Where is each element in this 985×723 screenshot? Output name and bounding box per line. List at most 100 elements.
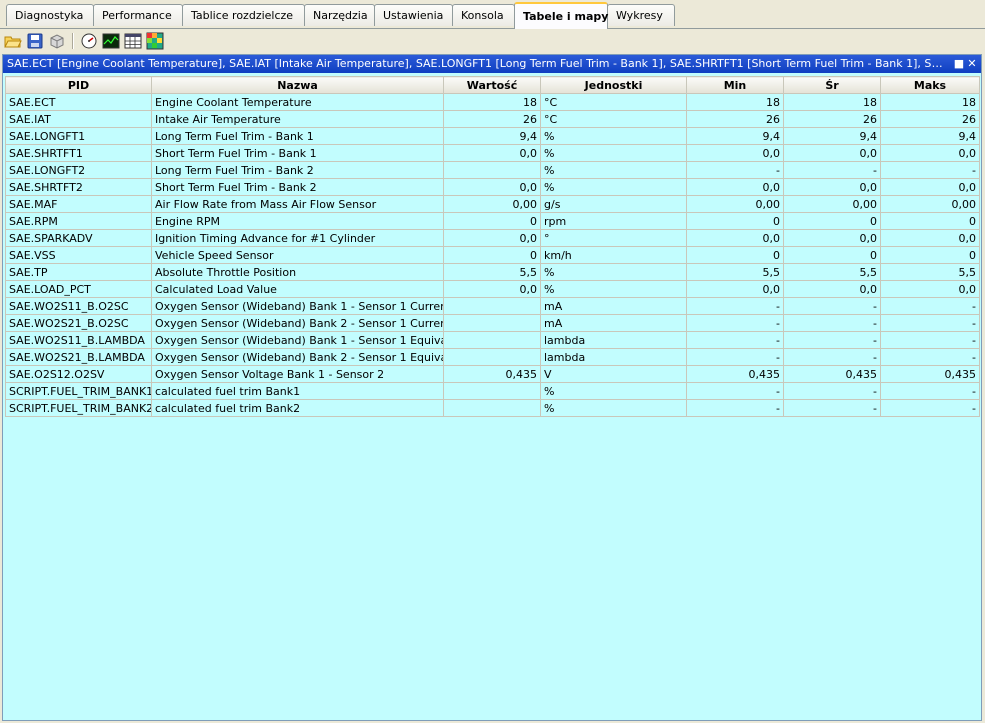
cell-maks: 0,435	[880, 365, 980, 383]
cell-sr: 26	[783, 110, 881, 128]
open-folder-icon[interactable]	[4, 32, 22, 50]
cell-sr: 0,0	[783, 280, 881, 298]
cell-maks: -	[880, 348, 980, 366]
cell-pid: SAE.SHRTFT2	[5, 178, 152, 196]
tab-tabele-i-mapy[interactable]: Tabele i mapy	[514, 2, 608, 29]
table-row[interactable]: SAE.SHRTFT2 Short Term Fuel Trim - Bank 2…	[5, 178, 980, 196]
cell-wartosc: 0,0	[443, 178, 541, 196]
cell-nazwa: Engine Coolant Temperature	[151, 93, 444, 111]
cell-sr: -	[783, 331, 881, 349]
tab-diagnostyka[interactable]: Diagnostyka	[6, 4, 94, 26]
table-row[interactable]: SAE.O2S12.O2SV Oxygen Sensor Voltage Bank…	[5, 365, 980, 383]
table-row[interactable]: SAE.LOAD_PCT Calculated Load Value 0,0% 0,0…	[5, 280, 980, 298]
cell-sr: 9,4	[783, 127, 881, 145]
cell-pid: SCRIPT.FUEL_TRIM_BANK2	[5, 399, 152, 417]
cell-sr: 5,5	[783, 263, 881, 281]
table-row[interactable]: SAE.ECT Engine Coolant Temperature 18 °C 18 1…	[5, 93, 980, 111]
cell-maks: 0,0	[880, 229, 980, 247]
table-row[interactable]: SAE.VSS Vehicle Speed Sensor 0 km/h 0 0 0	[5, 246, 980, 264]
column-header-pid[interactable]: PID	[5, 76, 152, 94]
table-row[interactable]: SAE.LONGFT1 Long Term Fuel Trim - Bank 19…	[5, 127, 980, 145]
table-row[interactable]: SAE.SHRTFT1 Short Term Fuel Trim - Bank 1…	[5, 144, 980, 162]
cell-nazwa: Oxygen Sensor (Wideband) Bank 1 - Sensor…	[151, 297, 444, 315]
cell-nazwa: Absolute Throttle Position	[151, 263, 444, 281]
cell-pid: SAE.LONGFT2	[5, 161, 152, 179]
cell-min: 5,5	[686, 263, 784, 281]
table-row[interactable]: SAE.MAF Air Flow Rate from Mass Air Flow …	[5, 195, 980, 213]
tab-performance[interactable]: Performance	[93, 4, 183, 26]
table-row[interactable]: SAE.WO2S21_B.O2SC Oxygen Sensor (Wideband…	[5, 314, 980, 332]
table-row[interactable]: SAE.WO2S11_B.LAMBDA Oxygen Sensor (Wideba…	[5, 331, 980, 349]
cell-sr: -	[783, 314, 881, 332]
tab-wykresy[interactable]: Wykresy	[607, 4, 675, 26]
cell-nazwa: Oxygen Sensor (Wideband) Bank 2 - Sensor…	[151, 348, 444, 366]
tab-bar: Diagnostyka Performance Tablice rozdziel…	[0, 0, 985, 29]
cell-min: -	[686, 297, 784, 315]
toolbar	[0, 29, 985, 53]
table-row[interactable]: SAE.WO2S21_B.LAMBDA Oxygen Sensor (Wideba…	[5, 348, 980, 366]
cell-maks: 9,4	[880, 127, 980, 145]
cell-min: 0	[686, 212, 784, 230]
column-header-nazwa[interactable]: Nazwa	[151, 76, 444, 94]
table-panel: SAE.ECT [Engine Coolant Temperature], SA…	[2, 54, 982, 721]
cell-nazwa: Ignition Timing Advance for #1 Cylinder	[151, 229, 444, 247]
cell-wartosc: 5,5	[443, 263, 541, 281]
table-row[interactable]: SAE.IAT Intake Air Temperature 26 °C 26 26 26	[5, 110, 980, 128]
cell-nazwa: Long Term Fuel Trim - Bank 1	[151, 127, 444, 145]
cell-min: 0,0	[686, 144, 784, 162]
cell-maks: 0,0	[880, 280, 980, 298]
table-row[interactable]: SCRIPT.FUEL_TRIM_BANK2 calculated fuel tr…	[5, 399, 980, 417]
tab-narzedzia[interactable]: Narzędzia	[304, 4, 375, 26]
cell-wartosc: 18	[443, 93, 541, 111]
cell-nazwa: Engine RPM	[151, 212, 444, 230]
tab-tablice-rozdzielcze[interactable]: Tablice rozdzielcze	[182, 4, 305, 26]
chart-icon[interactable]	[102, 32, 120, 50]
tab-ustawienia[interactable]: Ustawienia	[374, 4, 453, 26]
cell-nazwa: Vehicle Speed Sensor	[151, 246, 444, 264]
close-icon[interactable]: ✕	[966, 55, 978, 73]
cell-jednostki: %	[540, 382, 687, 400]
cell-pid: SAE.WO2S11_B.LAMBDA	[5, 331, 152, 349]
cell-jednostki: km/h	[540, 246, 687, 264]
cell-jednostki: %	[540, 144, 687, 162]
table-row[interactable]: SAE.LONGFT2 Long Term Fuel Trim - Bank 2%…	[5, 161, 980, 179]
cell-sr: -	[783, 399, 881, 417]
cell-jednostki: %	[540, 127, 687, 145]
cell-sr: -	[783, 161, 881, 179]
table-icon[interactable]	[124, 32, 142, 50]
cell-min: -	[686, 348, 784, 366]
cell-pid: SAE.WO2S21_B.LAMBDA	[5, 348, 152, 366]
cell-sr: 0,0	[783, 178, 881, 196]
cell-wartosc: 0,00	[443, 195, 541, 213]
cell-wartosc: 0,0	[443, 229, 541, 247]
table-row[interactable]: SAE.TP Absolute Throttle Position 5,5% 5,5 5…	[5, 263, 980, 281]
column-header-min[interactable]: Min	[686, 76, 784, 94]
heatmap-icon[interactable]	[146, 32, 164, 50]
tab-konsola[interactable]: Konsola	[452, 4, 515, 26]
cell-min: 9,4	[686, 127, 784, 145]
cell-min: 0,00	[686, 195, 784, 213]
column-header-sr[interactable]: Śr	[783, 76, 881, 94]
cell-jednostki: %	[540, 399, 687, 417]
cell-nazwa: Calculated Load Value	[151, 280, 444, 298]
cell-sr: -	[783, 348, 881, 366]
column-header-maks[interactable]: Maks	[880, 76, 980, 94]
table-row[interactable]: SAE.RPM Engine RPM 0 rpm 0 0 0	[5, 212, 980, 230]
maximize-icon[interactable]: ■	[953, 55, 965, 73]
table-row[interactable]: SAE.WO2S11_B.O2SC Oxygen Sensor (Wideband…	[5, 297, 980, 315]
cell-jednostki: %	[540, 178, 687, 196]
cube-icon[interactable]	[48, 32, 66, 50]
gauge-icon[interactable]	[80, 32, 98, 50]
table-row[interactable]: SAE.SPARKADV Ignition Timing Advance for …	[5, 229, 980, 247]
table-row[interactable]: SCRIPT.FUEL_TRIM_BANK1 calculated fuel tr…	[5, 382, 980, 400]
cell-wartosc	[443, 161, 541, 179]
cell-wartosc: 0,0	[443, 280, 541, 298]
save-disk-icon[interactable]	[26, 32, 44, 50]
cell-min: 0	[686, 246, 784, 264]
cell-min: 26	[686, 110, 784, 128]
column-header-jednostki[interactable]: Jednostki	[540, 76, 687, 94]
cell-maks: 18	[880, 93, 980, 111]
cell-maks: -	[880, 382, 980, 400]
column-header-wartosc[interactable]: Wartość	[443, 76, 541, 94]
cell-pid: SCRIPT.FUEL_TRIM_BANK1	[5, 382, 152, 400]
